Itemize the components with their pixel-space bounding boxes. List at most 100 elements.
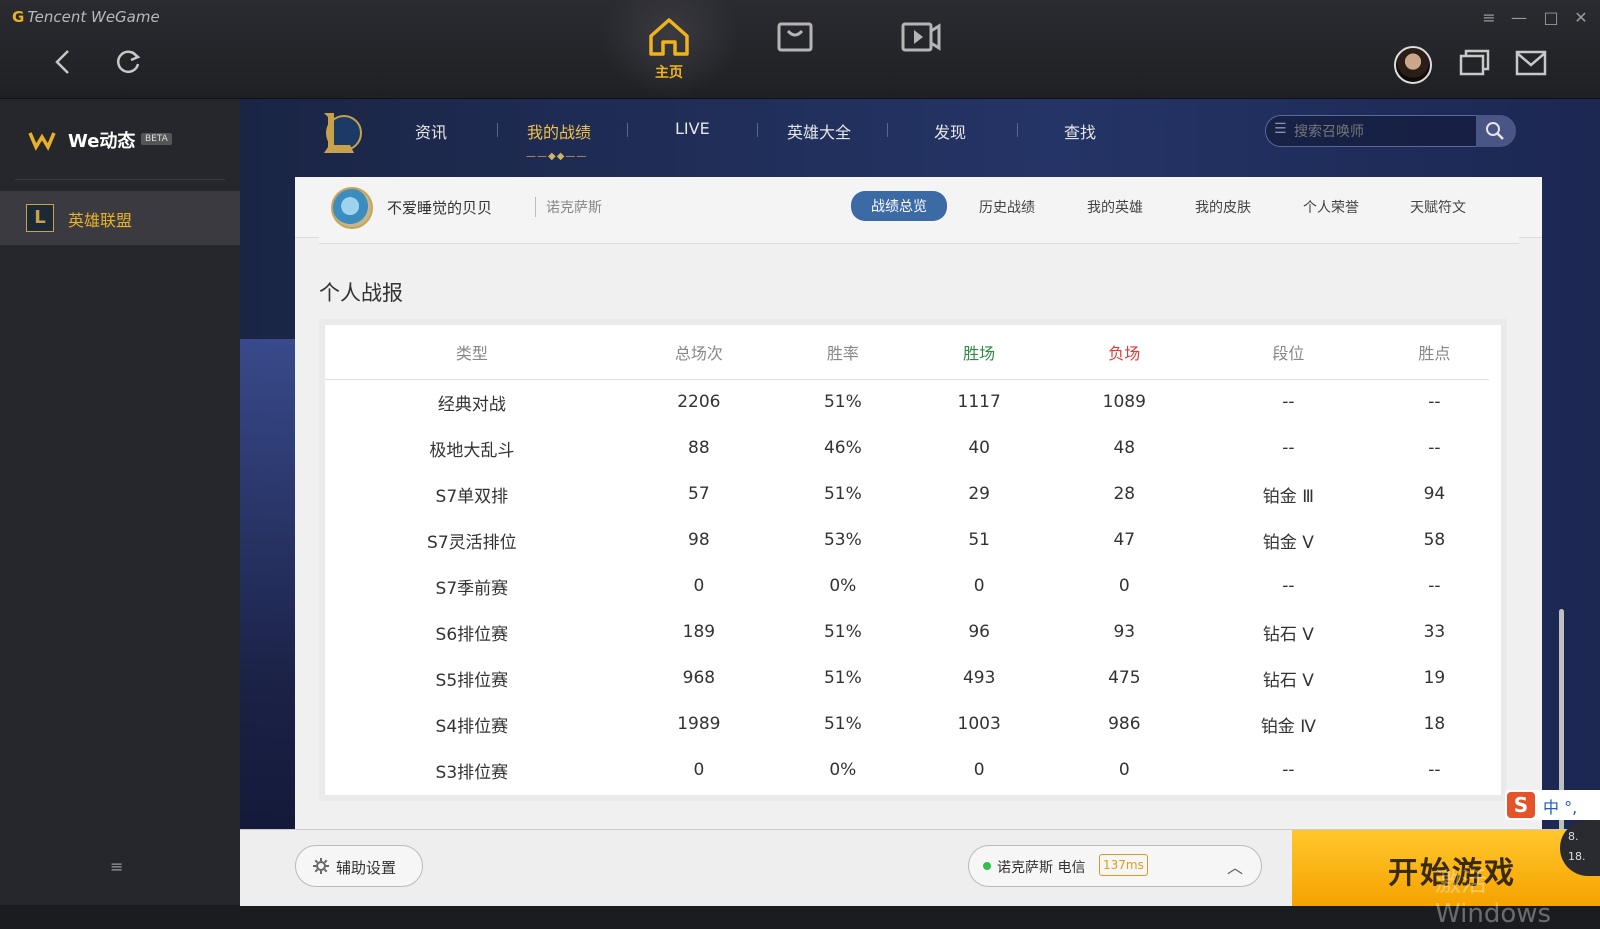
home-tab[interactable]: 主页 — [634, 14, 704, 82]
lol-badge-icon — [324, 113, 362, 153]
table-cell: 1003 — [957, 714, 1001, 734]
table-cell: 0% — [829, 576, 857, 596]
col-total: 总场次 — [618, 325, 780, 380]
table-cell: 0 — [973, 576, 985, 596]
mail-button[interactable] — [1512, 44, 1550, 82]
ime-toolbar[interactable]: S 中 °, — [1505, 790, 1600, 820]
nav-item-search[interactable]: 查找 — [1064, 119, 1096, 143]
tab-overview[interactable]: 战绩总览 — [851, 191, 947, 221]
gear-icon — [313, 858, 329, 874]
table-cell: 28 — [1113, 484, 1136, 504]
refresh-button[interactable] — [110, 44, 146, 80]
active-tab-indicator: ——◆◆—— — [526, 151, 588, 162]
table-cell: -- — [1282, 438, 1295, 458]
chevron-up-icon: ︿ — [1227, 858, 1244, 877]
video-icon — [901, 22, 941, 52]
minimize-window-icon[interactable]: — — [1508, 8, 1530, 27]
table-cell: 493 — [962, 668, 996, 688]
chat-button[interactable] — [1455, 44, 1493, 82]
sidebar: We动态 BETA L 英雄联盟 ≡ — [0, 99, 240, 905]
summoner-search-box: ☰ — [1265, 115, 1477, 147]
table-cell: 968 — [682, 668, 716, 688]
nav-separator — [887, 123, 888, 137]
summoner-server: 诺克萨斯 — [535, 197, 602, 217]
table-cell: 88 — [688, 438, 710, 458]
table-cell: 1117 — [957, 392, 1001, 412]
tab-my-skins[interactable]: 我的皮肤 — [1195, 197, 1251, 217]
close-window-icon[interactable]: ✕ — [1570, 8, 1592, 27]
sidebar-title: We动态 — [68, 131, 136, 152]
table-cell: 51% — [823, 714, 862, 734]
refresh-icon — [117, 50, 141, 74]
list-icon: ☰ — [1274, 121, 1287, 137]
table-cell: 29 — [968, 484, 990, 504]
table-row: S7灵活排位 98 53% 51 47 铂金 Ⅴ 58 — [325, 517, 1489, 563]
store-tab[interactable] — [760, 14, 830, 64]
nav-item-champions[interactable]: 英雄大全 — [787, 119, 851, 143]
record-panel: 不爱睡觉的贝贝 诺克萨斯 战绩总览 历史战绩 我的英雄 我的皮肤 个人荣誉 天赋… — [295, 177, 1564, 829]
nav-item-discover[interactable]: 发现 — [934, 119, 966, 143]
table-cell: 1989 — [677, 714, 721, 734]
table-cell: 0 — [1118, 760, 1130, 780]
table-cell: 51% — [823, 622, 862, 642]
back-button[interactable] — [46, 44, 82, 80]
menu-window-icon[interactable]: ≡ — [1478, 8, 1500, 27]
table-cell: S5排位赛 — [435, 670, 509, 691]
tab-runes[interactable]: 天赋符文 — [1410, 197, 1466, 217]
server-selector[interactable]: 诺克萨斯 电信 137ms ︿ — [968, 845, 1262, 887]
table-cell: 铂金 Ⅴ — [1262, 532, 1314, 553]
ping-badge: 137ms — [1099, 854, 1148, 876]
hamburger-menu-icon[interactable]: ≡ — [110, 857, 123, 876]
tab-my-champions[interactable]: 我的英雄 — [1087, 197, 1143, 217]
stats-table: 类型 总场次 胜率 胜场 负场 段位 胜点 经典对战 2206 51% 1117 108… — [325, 325, 1489, 793]
table-cell: 98 — [688, 530, 710, 550]
table-cell: S7季前赛 — [435, 578, 509, 599]
nav-separator — [1017, 123, 1018, 137]
table-cell: 48 — [1113, 438, 1136, 458]
title-bar: G Tencent WeGame 主页 ≡ — □ ✕ — [0, 0, 1600, 99]
chevron-left-icon — [55, 50, 69, 74]
table-cell: 0 — [1118, 576, 1130, 596]
nav-item-my-record[interactable]: 我的战绩 — [527, 119, 591, 143]
summoner-search-input[interactable] — [1292, 121, 1474, 143]
sidebar-divider — [15, 179, 225, 180]
table-cell: 18 — [1423, 714, 1446, 734]
maximize-window-icon[interactable]: □ — [1540, 8, 1562, 27]
nav-item-news[interactable]: 资讯 — [415, 119, 447, 143]
video-tab[interactable] — [886, 14, 956, 64]
search-button[interactable] — [1476, 115, 1516, 147]
user-avatar[interactable] — [1394, 46, 1432, 84]
summoner-name: 不爱睡觉的贝贝 — [387, 199, 493, 217]
table-cell: -- — [1428, 576, 1441, 596]
table-cell: 57 — [688, 484, 710, 504]
table-cell: 0 — [973, 760, 985, 780]
table-cell: 2206 — [677, 392, 721, 412]
store-bag-icon — [777, 22, 813, 52]
server-status-dot — [983, 862, 991, 870]
tab-honor[interactable]: 个人荣誉 — [1303, 197, 1359, 217]
table-cell: 51% — [823, 668, 862, 688]
table-cell: 51% — [823, 484, 862, 504]
tab-history[interactable]: 历史战绩 — [979, 197, 1035, 217]
nav-item-live[interactable]: LIVE — [675, 119, 710, 138]
table-cell: S7灵活排位 — [427, 532, 517, 553]
section-title: 个人战报 — [319, 281, 403, 305]
table-cell: 986 — [1108, 714, 1141, 734]
home-tab-label: 主页 — [655, 65, 683, 81]
col-lp: 胜点 — [1379, 325, 1489, 380]
table-cell: S7单双排 — [435, 486, 509, 507]
profile-header: 不爱睡觉的贝贝 诺克萨斯 战绩总览 历史战绩 我的英雄 我的皮肤 个人荣誉 天赋… — [295, 177, 1542, 238]
col-wins: 胜场 — [906, 325, 1052, 380]
table-row: S6排位赛 189 51% 96 93 钻石 Ⅴ 33 — [325, 609, 1489, 655]
net-down-speed: 18. — [1568, 850, 1586, 863]
table-row: 经典对战 2206 51% 1117 1089 -- -- — [325, 380, 1489, 426]
table-cell: 47 — [1113, 530, 1136, 550]
table-cell: 19 — [1423, 668, 1446, 688]
sidebar-item-lol[interactable]: L 英雄联盟 — [0, 191, 240, 245]
assist-settings-button[interactable]: 辅助设置 — [295, 845, 423, 887]
table-row: 极地大乱斗 88 46% 40 48 -- -- — [325, 425, 1489, 471]
table-cell: S3排位赛 — [435, 762, 509, 783]
search-icon — [1486, 122, 1504, 140]
nav-separator — [497, 123, 498, 137]
chat-icon — [1459, 49, 1490, 76]
